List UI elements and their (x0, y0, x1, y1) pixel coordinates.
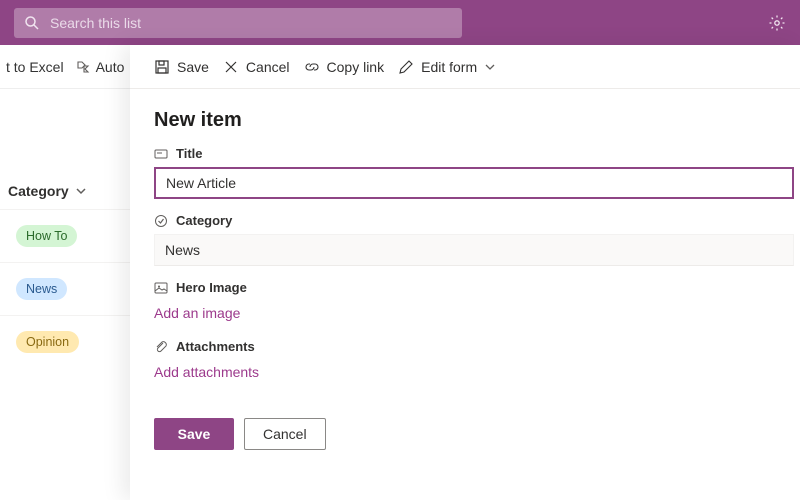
link-icon (304, 59, 320, 75)
category-pill: Opinion (16, 331, 79, 353)
panel-toolbar: Save Cancel Copy link Edit form (130, 45, 800, 89)
panel-footer: Save Cancel (130, 418, 800, 450)
copy-link-button[interactable]: Copy link (304, 59, 385, 75)
panel-body: New item Title Category News Hero Image … (130, 89, 800, 418)
save-label: Save (177, 59, 209, 75)
cancel-button[interactable]: Cancel (223, 59, 290, 75)
app-header (0, 0, 800, 45)
flow-icon (76, 60, 90, 74)
export-excel-label: t to Excel (6, 59, 64, 75)
choice-icon (154, 214, 168, 228)
list-command-bar-left: t to Excel Auto (0, 45, 130, 89)
add-attachments-link[interactable]: Add attachments (154, 360, 259, 384)
image-icon (154, 281, 168, 295)
cancel-label: Cancel (246, 59, 290, 75)
save-button-footer[interactable]: Save (154, 418, 234, 450)
save-icon (154, 59, 170, 75)
column-header-category[interactable]: Category (0, 89, 130, 209)
search-icon (24, 15, 40, 31)
field-hero-label: Hero Image (176, 280, 247, 295)
field-title-label: Title (176, 146, 203, 161)
field-hero-image: Hero Image Add an image (154, 280, 776, 325)
edit-form-button[interactable]: Edit form (398, 59, 496, 75)
search-box[interactable] (14, 8, 462, 38)
new-item-panel: Save Cancel Copy link Edit form New item… (130, 45, 800, 500)
export-excel-button[interactable]: t to Excel (0, 59, 70, 75)
category-pill: How To (16, 225, 77, 247)
field-category-label: Category (176, 213, 232, 228)
close-icon (223, 59, 239, 75)
copy-link-label: Copy link (327, 59, 385, 75)
title-input[interactable] (154, 167, 794, 199)
field-category: Category News (154, 213, 776, 266)
list-grid-left: Category How To News Opinion (0, 89, 130, 368)
automate-label: Auto (96, 59, 125, 75)
edit-icon (398, 59, 414, 75)
search-input[interactable] (50, 15, 452, 31)
chevron-down-icon (75, 185, 87, 197)
add-image-link[interactable]: Add an image (154, 301, 240, 325)
save-button[interactable]: Save (154, 59, 209, 75)
cancel-button-footer[interactable]: Cancel (244, 418, 326, 450)
text-field-icon (154, 147, 168, 161)
panel-title: New item (154, 109, 776, 132)
column-header-label: Category (8, 183, 69, 199)
list-row[interactable]: How To (0, 209, 130, 262)
edit-form-label: Edit form (421, 59, 477, 75)
automate-button[interactable]: Auto (70, 59, 130, 75)
gear-icon[interactable] (768, 14, 786, 32)
category-pill: News (16, 278, 67, 300)
field-attachments-label: Attachments (176, 339, 255, 354)
field-attachments: Attachments Add attachments (154, 339, 776, 384)
category-input[interactable]: News (154, 234, 794, 266)
list-row[interactable]: Opinion (0, 315, 130, 368)
field-title: Title (154, 146, 776, 199)
attachment-icon (154, 340, 168, 354)
chevron-down-icon (484, 61, 496, 73)
list-row[interactable]: News (0, 262, 130, 315)
